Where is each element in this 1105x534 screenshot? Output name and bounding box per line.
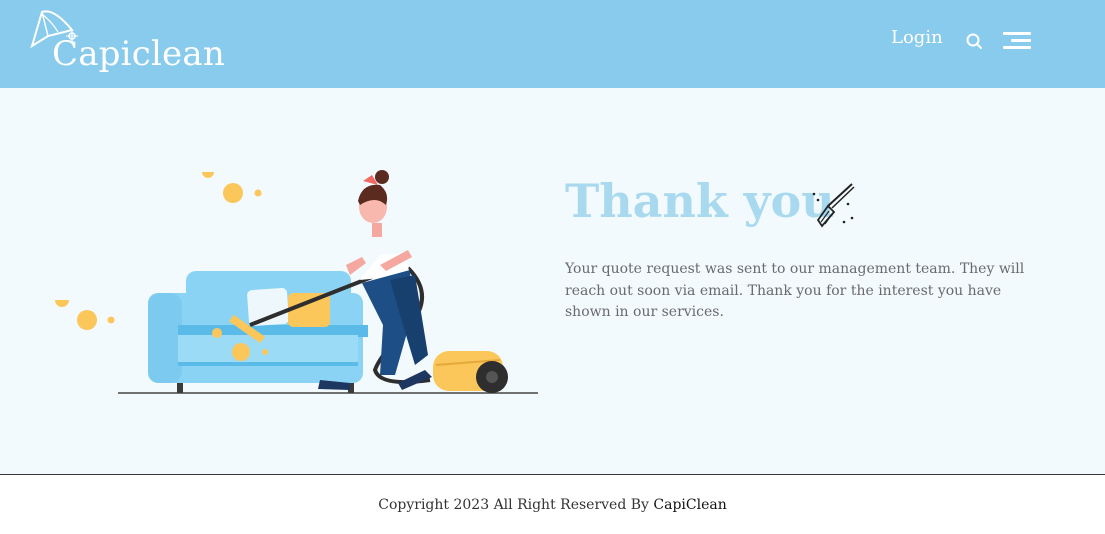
confirmation-message: Your quote request was sent to our manag… bbox=[565, 261, 1025, 320]
brand-link[interactable]: CapiClean bbox=[653, 497, 726, 513]
logo[interactable]: Capiclean bbox=[28, 6, 225, 78]
broom-icon bbox=[812, 183, 855, 228]
search-icon[interactable] bbox=[965, 32, 983, 50]
thank-you-heading: Thank you bbox=[565, 174, 835, 228]
copyright-text: Copyright 2023 All Right Reserved By Cap… bbox=[0, 495, 1105, 515]
copyright-prefix: Copyright 2023 All Right Reserved By bbox=[378, 497, 649, 513]
logo-text: Capiclean bbox=[52, 34, 225, 74]
login-link[interactable]: Login bbox=[891, 26, 943, 50]
hamburger-menu-icon[interactable] bbox=[1003, 32, 1033, 50]
woman-vacuuming-sofa-illustration bbox=[55, 170, 538, 394]
site-footer: Copyright 2023 All Right Reserved By Cap… bbox=[0, 474, 1105, 534]
site-header: Capiclean Login bbox=[0, 0, 1105, 88]
